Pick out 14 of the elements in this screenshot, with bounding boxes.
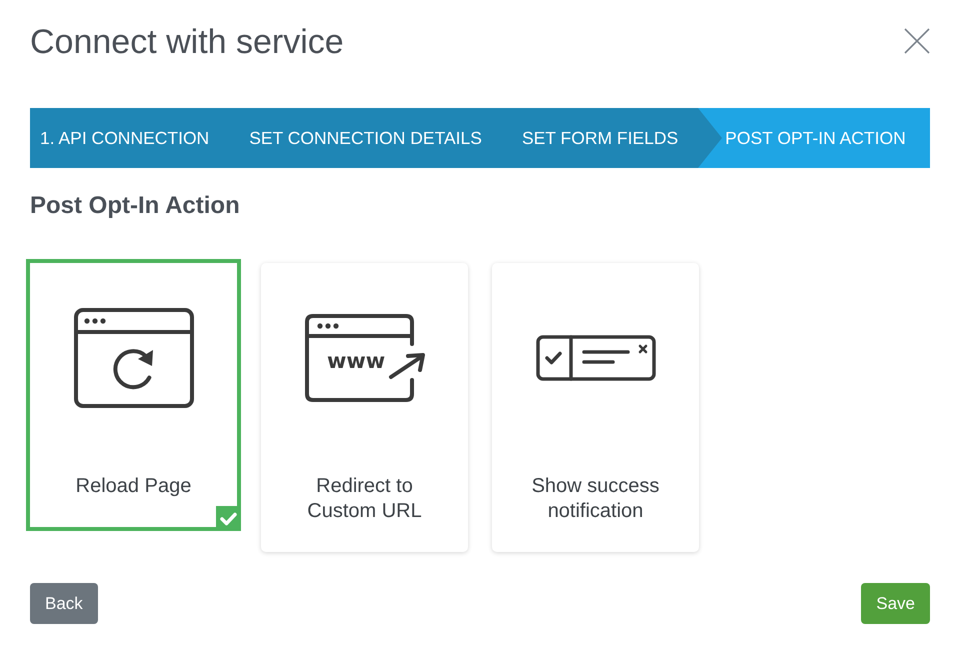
dialog-title: Connect with service (30, 22, 344, 62)
notification-bar-icon (536, 335, 656, 381)
section-heading: Post Opt-In Action (30, 192, 240, 220)
option-card[interactable]: Reload Page (26, 259, 241, 531)
option-card[interactable]: Show success notification (492, 263, 699, 552)
arrow-icon (388, 353, 424, 379)
step-tab[interactable]: POST OPT-IN ACTION (698, 108, 930, 168)
browser-window-icon (304, 314, 414, 402)
browser-refresh-icon (74, 308, 194, 408)
option-card[interactable]: www Redirect to Custom URL (261, 263, 468, 552)
close-icon[interactable] (904, 28, 930, 54)
back-button[interactable]: Back (30, 583, 98, 624)
www-text: www (326, 349, 385, 373)
save-button[interactable]: Save (861, 583, 930, 624)
